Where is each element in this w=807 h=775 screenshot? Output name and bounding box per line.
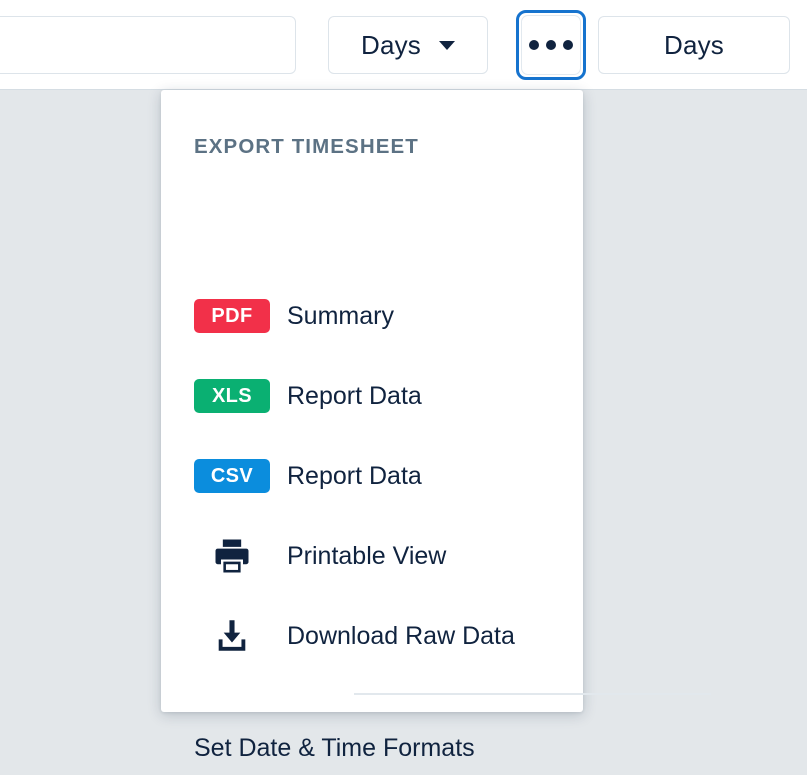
days-button-label: Days bbox=[664, 30, 724, 61]
menu-item-export-csv-report-data[interactable]: CSV Report Data bbox=[161, 448, 583, 504]
search-input-field[interactable] bbox=[0, 17, 295, 73]
menu-item-set-date-time-formats[interactable]: Set Date & Time Formats bbox=[161, 721, 583, 775]
ellipsis-horizontal-icon bbox=[529, 40, 573, 50]
menu-item-label: Report Data bbox=[287, 382, 422, 411]
days-button[interactable]: Days bbox=[598, 16, 790, 74]
menu-item-printable-view[interactable]: Printable View bbox=[161, 528, 583, 584]
days-unit-select[interactable]: Days bbox=[328, 16, 488, 74]
pdf-badge-icon: PDF bbox=[194, 299, 270, 333]
menu-item-export-pdf-summary[interactable]: PDF Summary bbox=[161, 288, 583, 344]
export-timesheet-menu: EXPORT TIMESHEET PDF Summary XLS Report … bbox=[161, 90, 583, 712]
menu-title: EXPORT TIMESHEET bbox=[194, 135, 419, 159]
top-toolbar: Days Days bbox=[0, 0, 807, 90]
days-unit-select-label: Days bbox=[361, 30, 421, 61]
download-icon bbox=[194, 616, 270, 656]
more-options-button[interactable] bbox=[516, 10, 586, 80]
menu-item-download-raw-data[interactable]: Download Raw Data bbox=[161, 608, 583, 664]
csv-badge-icon: CSV bbox=[194, 459, 270, 493]
menu-item-label: Summary bbox=[287, 302, 394, 331]
menu-item-label: Report Data bbox=[287, 462, 422, 491]
menu-item-label: Set Date & Time Formats bbox=[194, 734, 475, 763]
menu-item-label: Download Raw Data bbox=[287, 622, 515, 651]
menu-item-export-xls-report-data[interactable]: XLS Report Data bbox=[161, 368, 583, 424]
search-input[interactable] bbox=[0, 16, 296, 74]
menu-divider bbox=[354, 693, 711, 695]
printer-icon bbox=[194, 536, 270, 576]
chevron-down-icon bbox=[439, 41, 455, 50]
xls-badge-icon: XLS bbox=[194, 379, 270, 413]
menu-item-label: Printable View bbox=[287, 542, 446, 571]
